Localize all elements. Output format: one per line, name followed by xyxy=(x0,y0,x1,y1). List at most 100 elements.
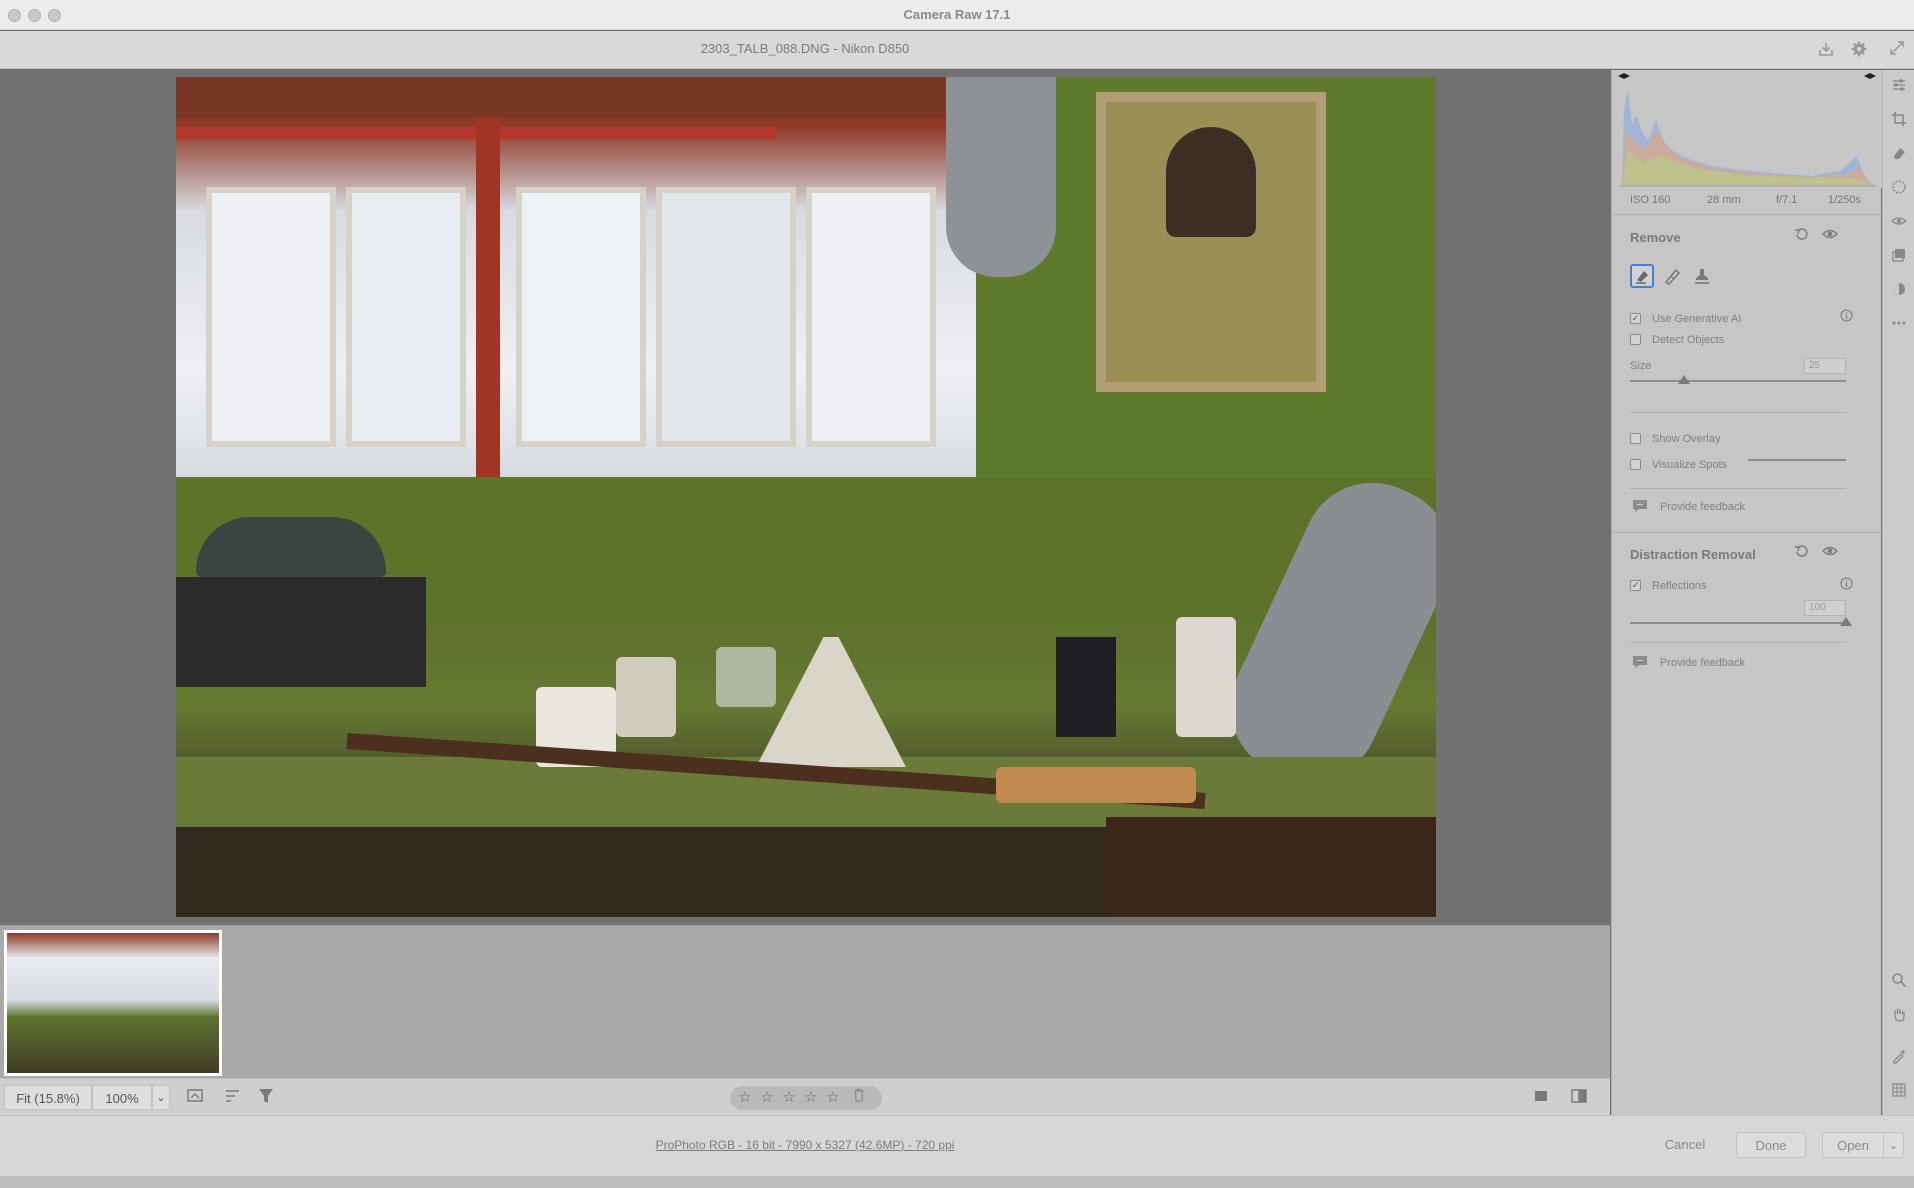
photo-preview[interactable] xyxy=(176,77,1436,917)
size-value-field[interactable]: 25 xyxy=(1804,358,1846,374)
size-slider-track[interactable] xyxy=(1630,380,1846,382)
remove-brush-icon[interactable] xyxy=(1630,264,1654,288)
star-rating[interactable]: ☆ ☆ ☆ ☆ ☆ xyxy=(730,1086,882,1110)
photo-jug xyxy=(1176,617,1236,737)
info-icon[interactable] xyxy=(1838,309,1854,328)
histogram xyxy=(1612,70,1882,188)
gear-icon[interactable] xyxy=(1848,40,1870,63)
presets-icon[interactable] xyxy=(1883,281,1914,303)
app-title: Camera Raw 17.1 xyxy=(903,7,1011,22)
iso-value: ISO 160 xyxy=(1630,194,1671,206)
visibility-eye-icon[interactable] xyxy=(1820,544,1840,562)
reset-icon[interactable] xyxy=(1792,544,1812,562)
bottom-toolbar: Fit (15.8%) 100% ⌄ ☆ ☆ ☆ ☆ ☆ xyxy=(0,1078,1610,1115)
fit-zoom-button[interactable]: Fit (15.8%) xyxy=(4,1085,92,1110)
open-button[interactable]: Open xyxy=(1822,1132,1884,1158)
visualize-spots-slider[interactable] xyxy=(1748,459,1846,461)
filmstrip-view-icon[interactable] xyxy=(186,1087,208,1110)
file-bar: 2303_TALB_088.DNG - Nikon D850 xyxy=(0,31,1914,69)
remove-section-title[interactable]: Remove xyxy=(1630,230,1681,245)
shadow-clipping-icon xyxy=(1618,73,1630,79)
photo-window-pane xyxy=(656,187,796,447)
reflections-slider-thumb[interactable] xyxy=(1840,617,1852,626)
use-generative-ai-checkbox[interactable]: ✓ xyxy=(1630,313,1641,324)
crop-icon[interactable] xyxy=(1883,111,1914,133)
fullscreen-icon[interactable] xyxy=(1886,40,1908,61)
size-slider-thumb[interactable] xyxy=(1678,375,1690,384)
color-sampler-icon[interactable] xyxy=(1883,1048,1914,1070)
detect-objects-label: Detect Objects xyxy=(1652,334,1725,346)
photo-stove xyxy=(176,577,426,687)
visualize-spots-label: Visualize Spots xyxy=(1652,459,1728,471)
cancel-button[interactable]: Cancel xyxy=(1650,1132,1720,1158)
rating-star-icon[interactable]: ☆ xyxy=(800,1086,822,1110)
info-icon[interactable] xyxy=(1838,576,1854,594)
photo-red-post xyxy=(476,117,500,517)
edit-panel: ISO 160 28 mm f/7.1 1/250s Remove ✓ Use … xyxy=(1611,70,1882,1115)
workflow-options-link[interactable]: ProPhoto RGB - 16 bit - 7990 x 5327 (42.… xyxy=(0,1116,1610,1177)
before-after-icon[interactable] xyxy=(1568,1087,1590,1110)
rating-star-icon[interactable]: ☆ xyxy=(822,1086,844,1110)
rating-star-icon[interactable]: ☆ xyxy=(778,1086,800,1110)
photo-rifle-stock xyxy=(996,767,1196,803)
red-eye-icon[interactable] xyxy=(1883,213,1914,235)
divider xyxy=(1612,214,1882,215)
divider xyxy=(1630,488,1846,489)
reflections-slider-track[interactable] xyxy=(1630,622,1846,624)
eraser-icon[interactable] xyxy=(1883,145,1914,167)
footer: ProPhoto RGB - 16 bit - 7990 x 5327 (42.… xyxy=(0,1115,1914,1176)
show-overlay-checkbox[interactable] xyxy=(1630,433,1641,444)
edit-sliders-icon[interactable] xyxy=(1883,77,1914,99)
provide-feedback-link[interactable]: Provide feedback xyxy=(1660,501,1745,513)
photo-window-pane xyxy=(206,187,336,447)
done-button[interactable]: Done xyxy=(1736,1132,1806,1158)
photo-oil-bottle xyxy=(1056,637,1116,737)
zoom-dropdown-button[interactable]: ⌄ xyxy=(152,1085,170,1110)
snapshots-icon[interactable] xyxy=(1883,247,1914,269)
visualize-spots-checkbox[interactable] xyxy=(1630,459,1641,470)
grid-icon[interactable] xyxy=(1883,1082,1914,1104)
clone-stamp-icon[interactable] xyxy=(1692,266,1714,288)
rating-star-icon[interactable]: ☆ xyxy=(734,1086,756,1110)
divider xyxy=(1630,642,1846,643)
divider xyxy=(1612,532,1882,533)
zoom-icon[interactable] xyxy=(1883,972,1914,994)
single-view-icon[interactable] xyxy=(1530,1087,1552,1110)
reflections-checkbox[interactable]: ✓ xyxy=(1630,580,1641,591)
window-bottom-edge xyxy=(0,1176,1914,1188)
reflections-label: Reflections xyxy=(1652,580,1707,592)
show-overlay-label: Show Overlay xyxy=(1652,433,1721,445)
title-bar: Camera Raw 17.1 xyxy=(0,0,1914,30)
trash-icon[interactable] xyxy=(848,1086,870,1110)
use-generative-ai-label: Use Generative AI xyxy=(1652,313,1742,325)
photo-portrait-figure xyxy=(1166,127,1256,237)
photo-window-pane xyxy=(806,187,936,447)
distraction-removal-title[interactable]: Distraction Removal xyxy=(1630,547,1756,562)
photo-window-pane xyxy=(346,187,466,447)
reflections-amount-field[interactable]: 100 xyxy=(1804,600,1846,616)
photo-funnel xyxy=(756,637,906,767)
filmstrip xyxy=(0,925,1610,1078)
zoom-level-button[interactable]: 100% xyxy=(92,1085,152,1110)
feedback-icon[interactable] xyxy=(1630,654,1650,674)
rating-star-icon[interactable]: ☆ xyxy=(756,1086,778,1110)
photo-stove-top xyxy=(196,517,386,577)
masking-icon[interactable] xyxy=(1883,179,1914,201)
visibility-eye-icon[interactable] xyxy=(1820,227,1840,245)
open-dropdown-button[interactable]: ⌄ xyxy=(1884,1132,1904,1158)
feedback-icon[interactable] xyxy=(1630,498,1650,518)
more-options-icon[interactable] xyxy=(1883,315,1914,337)
filter-icon[interactable] xyxy=(255,1087,277,1110)
filmstrip-thumbnail[interactable] xyxy=(4,930,222,1076)
save-icon[interactable] xyxy=(1815,40,1837,63)
photo-wood-box xyxy=(1106,817,1436,917)
hand-icon[interactable] xyxy=(1883,1006,1914,1028)
photo-window-pane xyxy=(516,187,646,447)
heal-icon[interactable] xyxy=(1662,266,1684,288)
provide-feedback-link[interactable]: Provide feedback xyxy=(1660,657,1745,669)
reset-icon[interactable] xyxy=(1792,227,1812,245)
detect-objects-checkbox[interactable] xyxy=(1630,334,1641,345)
photo-jar xyxy=(616,657,676,737)
sort-icon[interactable] xyxy=(222,1087,244,1110)
aperture-value: f/7.1 xyxy=(1776,194,1798,206)
